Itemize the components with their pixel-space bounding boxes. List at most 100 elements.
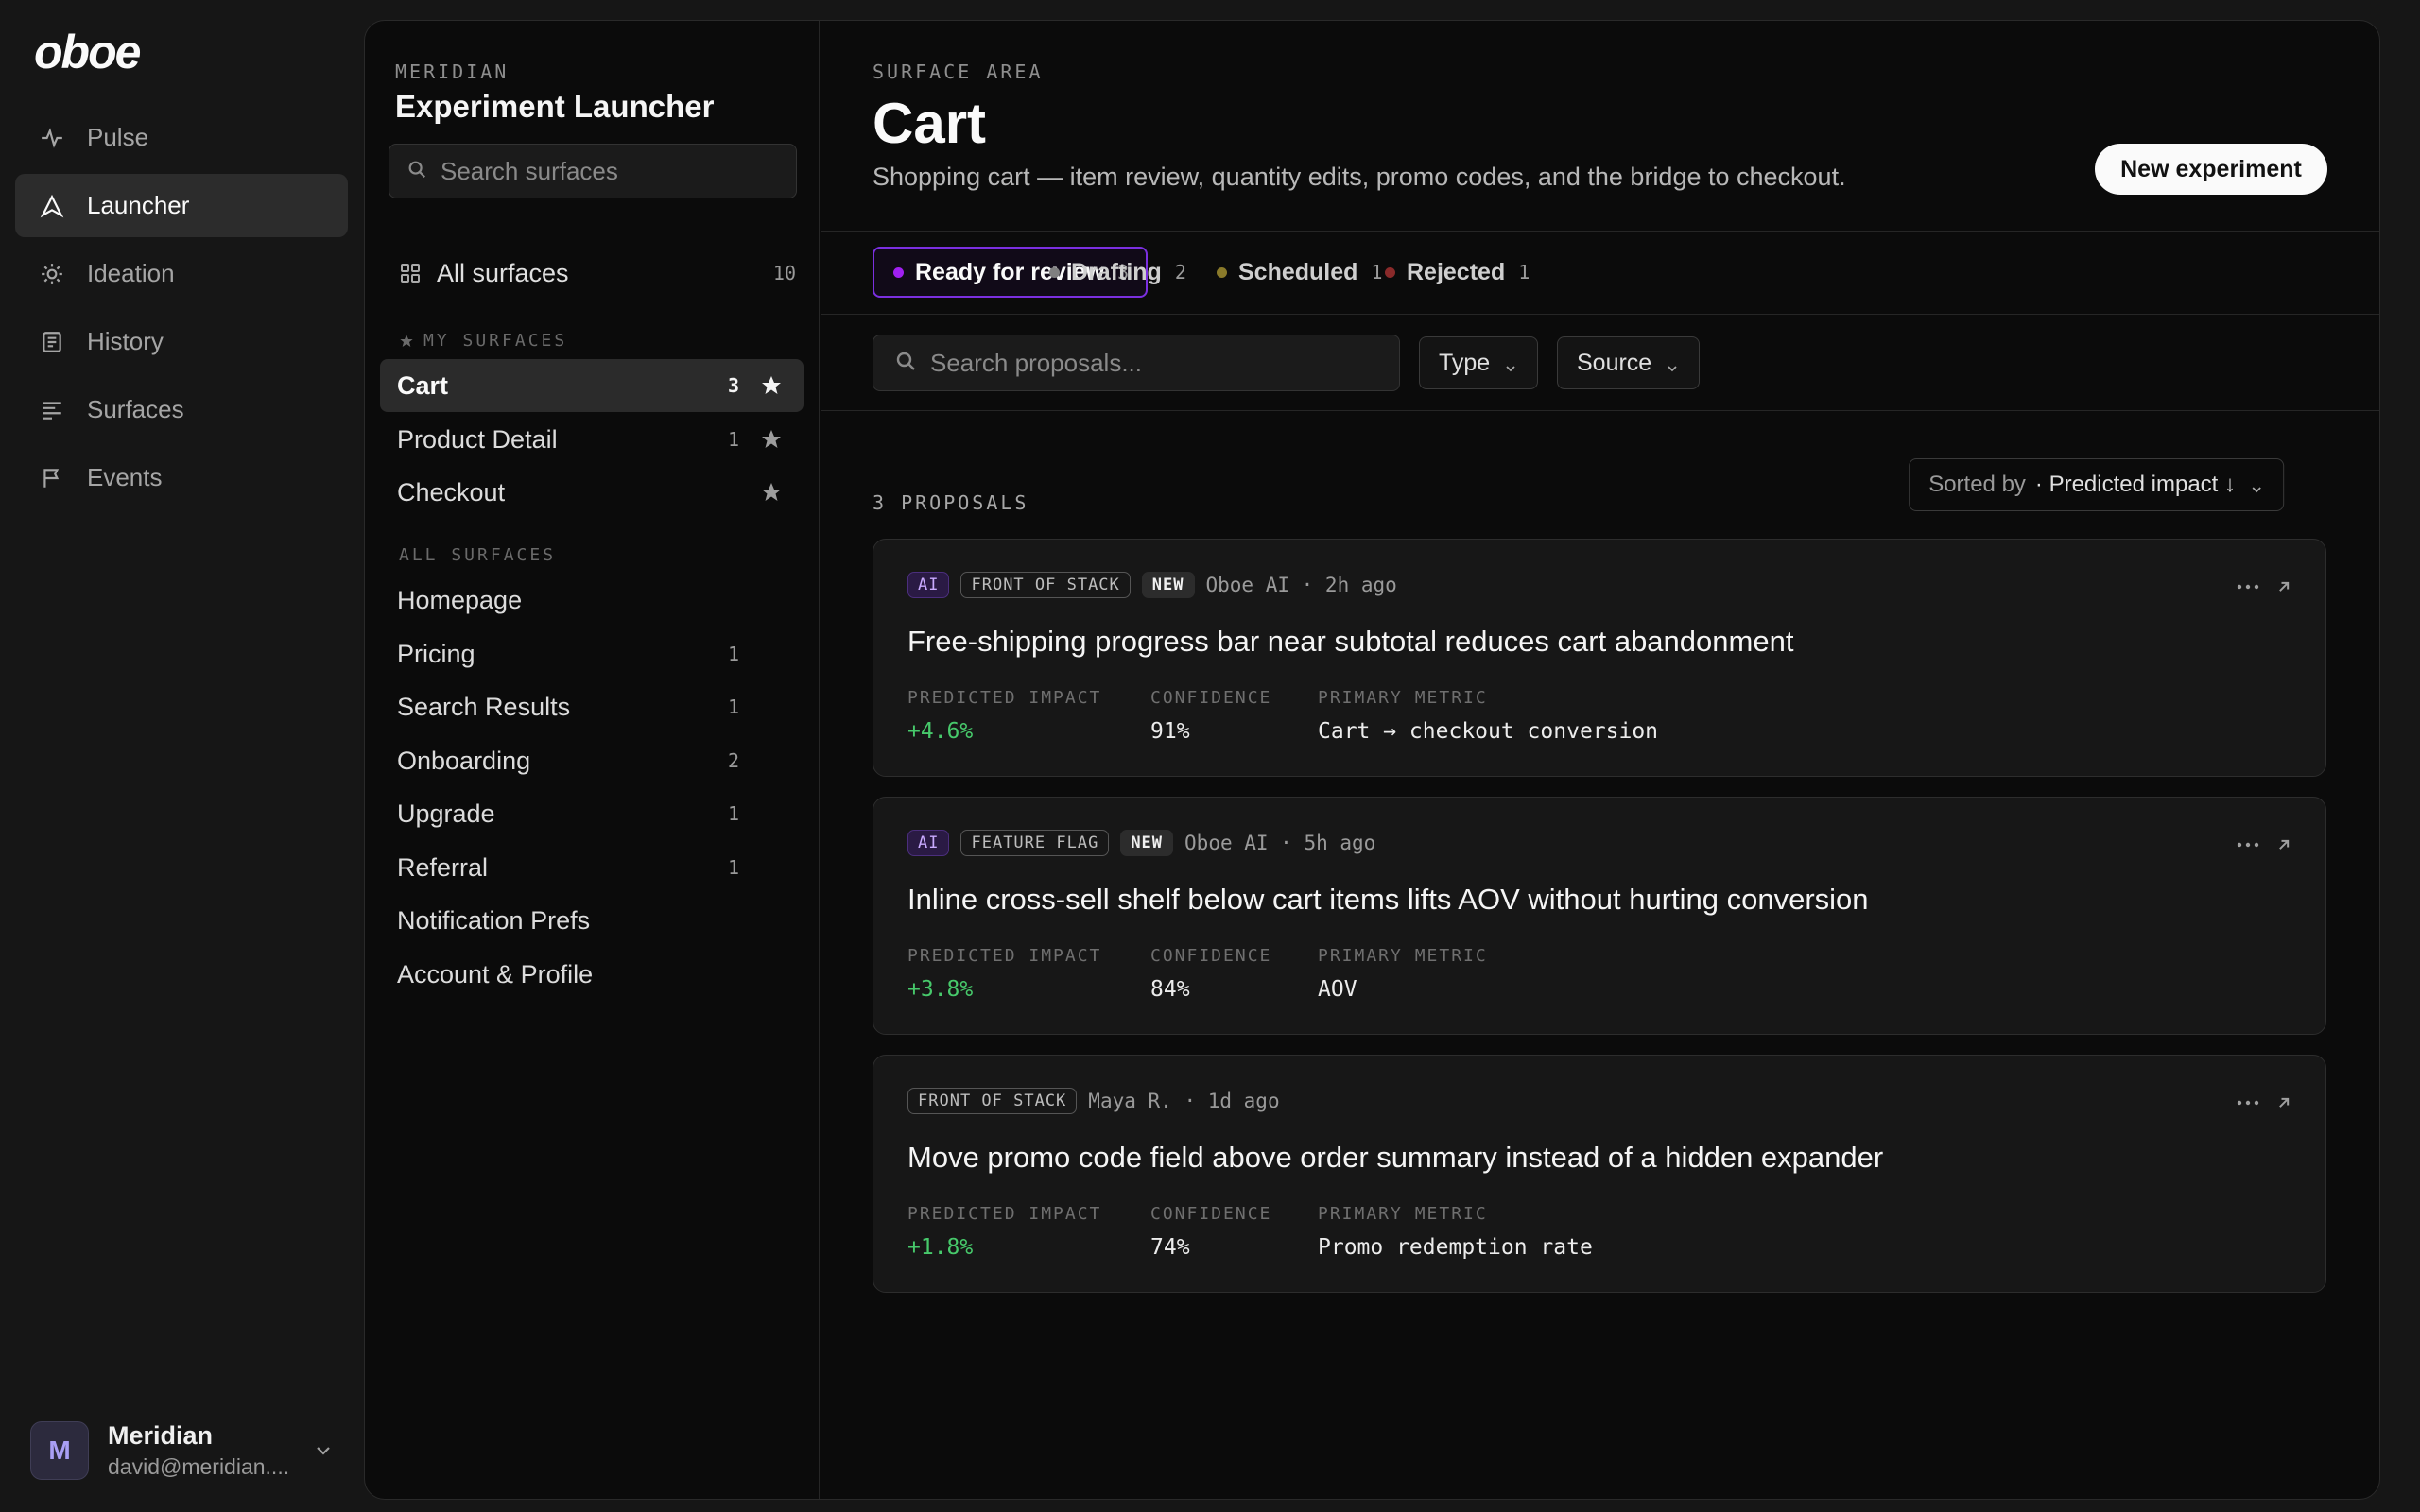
ai-badge: AI — [908, 830, 950, 856]
chevron-down-icon — [1665, 355, 1680, 372]
more-icon[interactable] — [2235, 836, 2261, 853]
open-external-icon[interactable] — [2274, 1093, 2293, 1112]
surface-search[interactable] — [389, 144, 797, 198]
app-logo[interactable]: oboe — [34, 25, 141, 79]
surface-area-label: SURFACE AREA — [873, 60, 1044, 83]
surface-label: Checkout — [397, 477, 506, 507]
surface-item-search-results[interactable]: Search Results 1 — [380, 680, 804, 733]
proposal-search[interactable] — [873, 335, 1400, 391]
surface-item-checkout[interactable]: Checkout — [380, 466, 804, 519]
pulse-icon — [38, 124, 66, 152]
proposal-card[interactable]: AI FRONT OF STACK NEW Oboe AI · 2h ago F… — [873, 539, 2326, 777]
nav-item-ideation[interactable]: Ideation — [15, 242, 348, 305]
list-icon — [38, 328, 66, 356]
nav-item-events[interactable]: Events — [15, 446, 348, 509]
proposal-title[interactable]: Inline cross-sell shelf below cart items… — [908, 883, 1869, 917]
source-filter-dropdown[interactable]: Source — [1557, 336, 1701, 389]
primary-metric: PRIMARY METRIC AOV — [1318, 946, 1488, 1002]
surface-label: Account & Profile — [397, 959, 594, 988]
tab-count: 1 — [1518, 261, 1530, 284]
stat-label: PRIMARY METRIC — [1318, 1204, 1488, 1224]
nav-item-pulse[interactable]: Pulse — [15, 106, 348, 169]
nav-item-label: Launcher — [87, 191, 190, 219]
proposal-source: Oboe AI · 2h ago — [1205, 574, 1397, 596]
surface-label: Onboarding — [397, 746, 531, 775]
predicted-impact: PREDICTED IMPACT +3.8% — [908, 946, 1101, 1002]
stat-value: 91% — [1150, 719, 1190, 744]
surface-label: Cart — [397, 370, 449, 400]
proposal-title[interactable]: Free-shipping progress bar near subtotal… — [908, 625, 1793, 659]
avatar: M — [30, 1421, 89, 1480]
nav-item-label: Surfaces — [87, 395, 184, 423]
confidence: CONFIDENCE 74% — [1150, 1204, 1271, 1260]
stat-value: +4.6% — [908, 719, 974, 744]
search-icon — [406, 159, 427, 184]
surface-item-pricing[interactable]: Pricing 1 — [380, 627, 804, 680]
surface-item-account-profile[interactable]: Account & Profile — [380, 948, 804, 1001]
stat-label: PREDICTED IMPACT — [908, 1204, 1102, 1224]
org-label: MERIDIAN — [395, 60, 510, 83]
type-filter-dropdown[interactable]: Type — [1419, 336, 1539, 389]
surfaces-panel: MERIDIAN Experiment Launcher All surface… — [365, 21, 820, 1499]
proposal-card[interactable]: AI FEATURE FLAG NEW Oboe AI · 5h ago Inl… — [873, 797, 2326, 1035]
proposal-title[interactable]: Move promo code field above order summar… — [908, 1141, 1883, 1175]
open-external-icon[interactable] — [2274, 835, 2293, 854]
all-surfaces-heading: ALL SURFACES — [399, 545, 557, 565]
search-icon — [894, 350, 917, 377]
surface-item-referral[interactable]: Referral 1 — [380, 841, 804, 894]
nav-item-history[interactable]: History — [15, 310, 348, 373]
stat-label: PREDICTED IMPACT — [908, 946, 1102, 966]
chevron-down-icon — [2249, 477, 2264, 493]
surface-label: Product Detail — [397, 424, 558, 454]
nav-item-surfaces[interactable]: Surfaces — [15, 378, 348, 441]
primary-metric: PRIMARY METRIC Cart → checkout conversio… — [1318, 688, 1658, 744]
surface-count: 2 — [727, 749, 739, 772]
nav-item-launcher[interactable]: Launcher — [15, 174, 348, 237]
grid-icon — [399, 262, 422, 284]
tab-rejected[interactable]: Rejected 1 — [1366, 247, 1547, 298]
surface-item-homepage[interactable]: Homepage — [380, 574, 804, 627]
stat-value: AOV — [1318, 977, 1357, 1002]
new-badge: NEW — [1120, 830, 1174, 856]
stat-value: Cart → checkout conversion — [1318, 719, 1659, 744]
surfaces-icon — [38, 396, 66, 424]
new-badge: NEW — [1141, 572, 1195, 598]
surface-label: Homepage — [397, 585, 523, 614]
tab-label: Rejected — [1407, 258, 1506, 285]
status-dot — [1385, 266, 1395, 278]
star-icon[interactable] — [760, 428, 783, 451]
tab-drafting[interactable]: Drafting 2 — [1030, 247, 1203, 298]
new-experiment-button[interactable]: New experiment — [2095, 144, 2327, 195]
surface-search-input[interactable] — [441, 156, 781, 186]
sort-dropdown[interactable]: Sorted by · Predicted impact ↓ — [1909, 458, 2284, 511]
surface-item-notification-prefs[interactable]: Notification Prefs — [380, 894, 804, 947]
open-external-icon[interactable] — [2274, 577, 2293, 596]
chevron-down-icon[interactable] — [312, 1439, 335, 1462]
stat-label: PRIMARY METRIC — [1318, 688, 1488, 708]
nav-item-label: History — [87, 327, 164, 355]
proposal-search-input[interactable] — [930, 348, 1384, 378]
more-icon[interactable] — [2235, 578, 2261, 595]
surface-item-onboarding[interactable]: Onboarding 2 — [380, 734, 804, 787]
proposal-card[interactable]: FRONT OF STACK Maya R. · 1d ago Move pro… — [873, 1055, 2326, 1293]
surface-item-product-detail[interactable]: Product Detail 1 — [380, 413, 804, 466]
stat-label: CONFIDENCE — [1150, 688, 1272, 708]
nav-item-label: Ideation — [87, 259, 175, 287]
predicted-impact: PREDICTED IMPACT +4.6% — [908, 688, 1101, 744]
surface-item-upgrade[interactable]: Upgrade 1 — [380, 787, 804, 840]
surface-item-cart[interactable]: Cart 3 — [380, 359, 804, 412]
sun-icon — [38, 260, 66, 288]
ai-badge: AI — [908, 572, 950, 598]
stat-label: PRIMARY METRIC — [1318, 946, 1488, 966]
more-icon[interactable] — [2235, 1094, 2261, 1111]
surface-count: 1 — [727, 696, 739, 718]
star-icon[interactable] — [760, 374, 783, 397]
star-icon[interactable] — [760, 481, 783, 504]
type-badge: FEATURE FLAG — [960, 830, 1110, 856]
type-badge: FRONT OF STACK — [960, 572, 1131, 598]
account-switcher[interactable]: M Meridian david@meridian.... — [30, 1419, 342, 1482]
tab-count: 2 — [1174, 261, 1186, 284]
all-surfaces-item[interactable]: All surfaces 10 — [399, 251, 796, 295]
sort-value: · Predicted impact ↓ — [2034, 472, 2236, 497]
nav-item-label: Events — [87, 463, 163, 491]
